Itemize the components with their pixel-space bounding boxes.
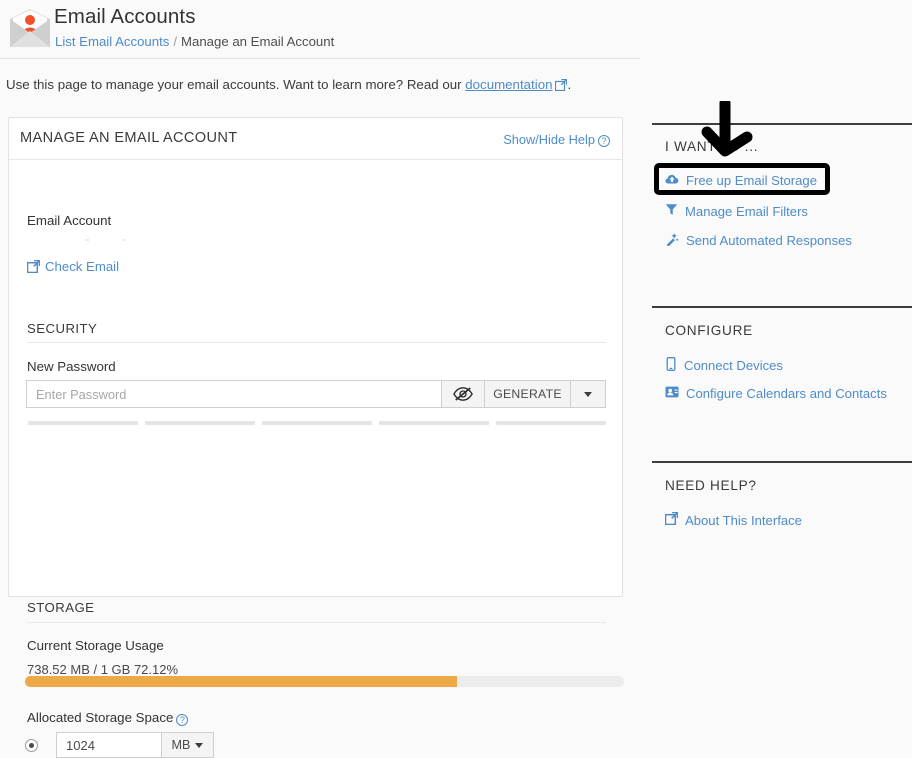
external-link-icon bbox=[26, 259, 41, 276]
new-password-label: New Password bbox=[27, 359, 116, 374]
security-section-divider bbox=[27, 342, 606, 343]
sidebar-group-title-configure: CONFIGURE bbox=[665, 323, 753, 338]
security-section-title: SECURITY bbox=[27, 321, 98, 336]
new-password-input[interactable] bbox=[26, 380, 441, 408]
chevron-down-icon bbox=[195, 742, 204, 748]
envelope-user-icon bbox=[8, 7, 52, 51]
question-circle-icon[interactable]: ? bbox=[176, 714, 189, 726]
external-link-icon bbox=[555, 78, 568, 94]
sidebar-group-title-need-help: NEED HELP? bbox=[665, 478, 757, 493]
card-title: MANAGE AN EMAIL ACCOUNT bbox=[20, 130, 238, 146]
password-strength-meter bbox=[28, 421, 606, 425]
sidebar-item-label: Manage Email Filters bbox=[685, 203, 808, 219]
manage-email-account-card: MANAGE AN EMAIL ACCOUNT Show/Hide Help? … bbox=[8, 117, 624, 758]
intro-text-before: Use this page to manage your email accou… bbox=[6, 77, 462, 92]
storage-usage-value: 738.52 MB / 1 GB 72.12% bbox=[27, 662, 179, 677]
sidebar-item-label: Free up Email Storage bbox=[686, 173, 818, 188]
allocated-storage-label-text: Allocated Storage Space bbox=[27, 710, 174, 725]
allocated-storage-radio[interactable] bbox=[25, 738, 38, 752]
new-password-row: GENERATE bbox=[26, 380, 606, 408]
sidebar-item-connect-devices[interactable]: Connect Devices bbox=[665, 357, 783, 374]
sidebar-group-title-i-want-to: I WANT TO ... bbox=[665, 139, 759, 154]
check-email-label: Check Email bbox=[45, 259, 120, 274]
page-title: Email Accounts bbox=[54, 5, 196, 28]
sidebar-item-send-automated-responses[interactable]: Send Automated Responses bbox=[665, 232, 852, 249]
mobile-device-icon bbox=[665, 357, 677, 374]
magic-wand-icon bbox=[665, 232, 679, 249]
email-account-value bbox=[27, 235, 227, 246]
allocated-storage-unit-label: MB bbox=[171, 738, 191, 752]
email-account-label: Email Account bbox=[27, 213, 112, 228]
breadcrumb-current: Manage an Email Account bbox=[181, 34, 335, 49]
breadcrumb: List Email Accounts / Manage an Email Acco… bbox=[55, 34, 334, 49]
show-hide-help-toggle[interactable]: Show/Hide Help? bbox=[503, 132, 610, 147]
sidebar-divider-3 bbox=[652, 461, 912, 463]
address-card-icon bbox=[665, 386, 679, 401]
check-email-link[interactable]: Check Email bbox=[26, 259, 120, 276]
card-header: MANAGE AN EMAIL ACCOUNT Show/Hide Help? bbox=[9, 118, 622, 160]
sidebar-item-configure-calendars-and-contacts[interactable]: Configure Calendars and Contacts bbox=[665, 386, 887, 401]
allocated-storage-label: Allocated Storage Space? bbox=[27, 710, 189, 726]
storage-section-title: STORAGE bbox=[27, 600, 95, 615]
sidebar-item-label: Send Automated Responses bbox=[686, 233, 852, 248]
cloud-upload-icon bbox=[665, 173, 679, 188]
storage-section-divider bbox=[27, 622, 606, 623]
sidebar-item-manage-email-filters[interactable]: Manage Email Filters bbox=[665, 203, 808, 219]
storage-usage-bar bbox=[25, 676, 624, 687]
question-circle-icon: ? bbox=[598, 135, 610, 147]
allocated-storage-row: MB bbox=[25, 732, 214, 758]
sidebar-divider-1 bbox=[652, 123, 912, 125]
allocated-storage-input[interactable] bbox=[56, 732, 161, 758]
allocated-storage-unit-select[interactable]: MB bbox=[161, 732, 214, 758]
documentation-link[interactable]: documentation bbox=[465, 77, 552, 92]
intro-text-after: . bbox=[567, 77, 572, 92]
sidebar-item-label: About This Interface bbox=[685, 512, 802, 528]
right-sidebar: I WANT TO ... Free up Email Storage Mana… bbox=[640, 0, 912, 594]
chevron-down-icon bbox=[584, 391, 592, 397]
sidebar-item-free-up-email-storage[interactable]: Free up Email Storage bbox=[665, 173, 817, 188]
intro-text: Use this page to manage your email accou… bbox=[6, 77, 571, 94]
sidebar-item-label: Connect Devices bbox=[684, 358, 783, 373]
sidebar-divider-2 bbox=[652, 306, 912, 308]
external-link-icon bbox=[664, 511, 679, 528]
filter-icon bbox=[665, 203, 678, 219]
show-hide-help-label: Show/Hide Help bbox=[503, 132, 595, 147]
breadcrumb-separator: / bbox=[173, 34, 178, 49]
sidebar-item-label: Configure Calendars and Contacts bbox=[686, 386, 887, 401]
eye-slash-icon[interactable] bbox=[441, 380, 485, 408]
generate-options-dropdown[interactable] bbox=[571, 380, 606, 408]
generate-password-button[interactable]: GENERATE bbox=[485, 380, 571, 408]
breadcrumb-link-list-email-accounts[interactable]: List Email Accounts bbox=[55, 34, 169, 49]
sidebar-item-about-this-interface[interactable]: About This Interface bbox=[664, 511, 802, 528]
current-storage-usage-label: Current Storage Usage bbox=[27, 638, 164, 653]
storage-usage-bar-fill bbox=[25, 676, 457, 687]
